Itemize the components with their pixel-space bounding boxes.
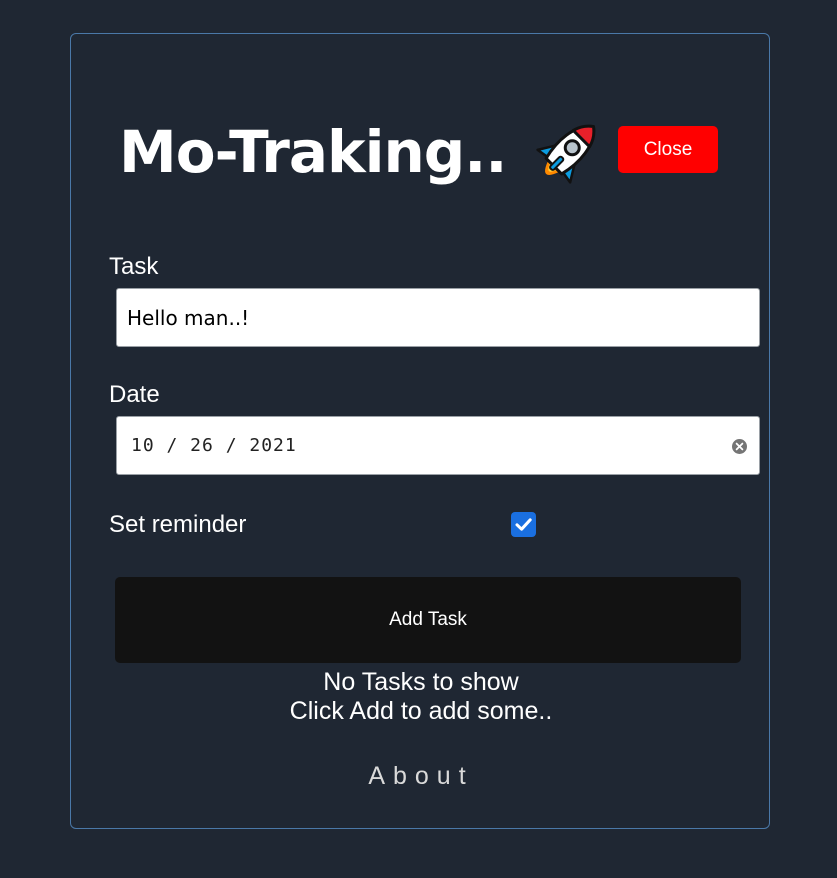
header: Mo-Traking.. Close [119,112,739,192]
add-task-button[interactable]: Add Task [115,577,741,663]
task-label: Task [109,253,159,280]
rocket-icon [536,124,596,184]
checkmark-icon [515,518,532,531]
task-field-box [116,288,760,347]
reminder-checkbox[interactable] [511,512,536,537]
close-button[interactable]: Close [618,126,718,173]
empty-state-line2: Click Add to add some.. [289,697,553,725]
app-title: Mo-Traking.. [119,118,507,186]
date-label: Date [109,381,160,408]
clear-icon[interactable] [732,439,747,454]
task-input[interactable] [127,289,747,346]
about-link[interactable]: About [71,762,771,791]
reminder-label: Set reminder [109,511,247,538]
date-value[interactable]: 10 / 26 / 2021 [131,417,297,474]
empty-state-line1: No Tasks to show [323,668,519,696]
app-card: Mo-Traking.. Close Task Hello man..! Dat… [70,33,770,829]
empty-state: No Tasks to show Click Add to add some.. [71,668,771,726]
date-input[interactable]: 10 / 26 / 2021 [116,416,760,475]
